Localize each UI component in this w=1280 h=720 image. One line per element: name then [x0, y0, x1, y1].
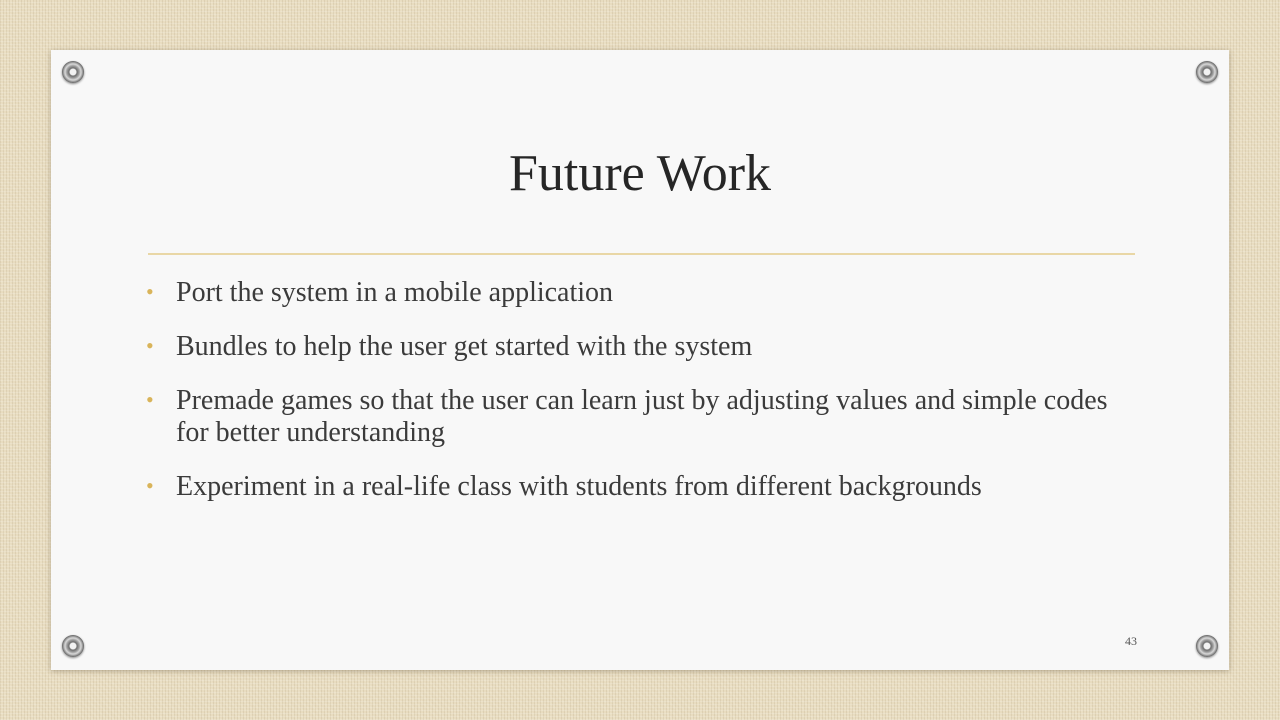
- bullet-dot-icon: •: [146, 279, 154, 304]
- slide-title: Future Work: [508, 145, 772, 202]
- bullet-text: Premade games so that the user can learn…: [176, 385, 1108, 448]
- bullet-dot-icon: •: [146, 387, 154, 412]
- slide-card: Future Work • Port the system in a mobil…: [51, 50, 1229, 670]
- bullet-text: Experiment in a real-life class with stu…: [176, 471, 982, 502]
- bullet-dot-icon: •: [146, 473, 154, 498]
- bullet-dot-icon: •: [146, 333, 154, 358]
- bullet-item: • Premade games so that the user can lea…: [146, 385, 1146, 449]
- rivet-icon: [1196, 61, 1218, 83]
- bullet-list: • Port the system in a mobile applicatio…: [146, 277, 1146, 525]
- slide-background: { "slide": { "title": "Future Work", "bu…: [0, 0, 1280, 720]
- slide-number: 43: [1125, 634, 1137, 648]
- bullet-item: • Port the system in a mobile applicatio…: [146, 277, 1146, 309]
- bullet-item: • Bundles to help the user get started w…: [146, 331, 1146, 363]
- bullet-item: • Experiment in a real-life class with s…: [146, 471, 1146, 503]
- bullet-text: Bundles to help the user get started wit…: [176, 331, 753, 362]
- rivet-icon: [1196, 635, 1218, 657]
- rivet-icon: [62, 635, 84, 657]
- bullet-text: Port the system in a mobile application: [176, 277, 614, 308]
- title-divider: [148, 253, 1135, 255]
- rivet-icon: [62, 61, 84, 83]
